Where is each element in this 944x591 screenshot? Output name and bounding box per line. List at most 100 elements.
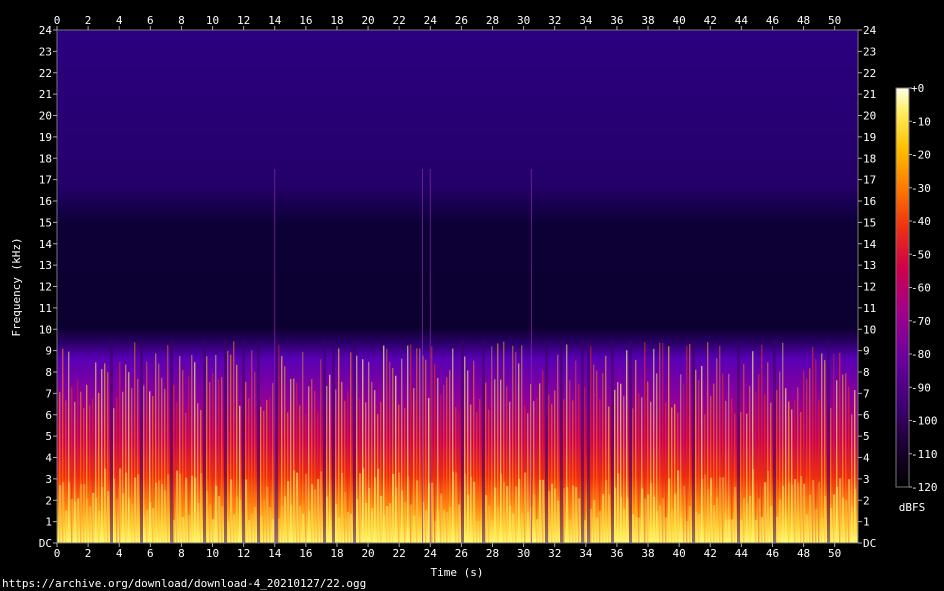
x-tick-label: 24 [424, 547, 438, 560]
energy-streak-low [836, 486, 839, 543]
energy-streak-low [806, 514, 809, 543]
energy-streak-low [752, 469, 755, 543]
energy-streak-low [521, 512, 524, 543]
energy-streak-low [65, 510, 68, 543]
energy-streak-low [575, 487, 578, 543]
energy-gap [692, 339, 695, 543]
energy-streak-low [443, 509, 446, 543]
x-tick-label: 36 [610, 547, 623, 560]
energy-streak-low [488, 505, 491, 543]
x-tick-label: 6 [147, 547, 154, 560]
energy-streak-low [695, 511, 698, 543]
energy-streak-low [386, 506, 389, 543]
energy-streak-low [818, 481, 821, 543]
x-tick-label: 50 [828, 547, 841, 560]
energy-gap [461, 339, 464, 543]
energy-streak-low [842, 497, 845, 543]
energy-streak-low [158, 480, 161, 543]
energy-streak-low [329, 520, 332, 543]
energy-streak-low [305, 473, 308, 543]
energy-streak-low [734, 486, 737, 543]
y-tick-label: 23 [39, 45, 52, 58]
energy-streak-low [491, 520, 494, 543]
y-tick-label: 16 [39, 195, 52, 208]
energy-streak-low [665, 517, 668, 543]
energy-streak [728, 373, 730, 543]
y-tick-label: 9 [45, 345, 52, 358]
colorbar-tick-label: -60 [911, 282, 931, 295]
x-tick-label: 30 [517, 547, 530, 560]
colorbar-tick-label: -120 [911, 481, 938, 494]
y-tick-label: DC [39, 537, 52, 550]
energy-streak-low [497, 506, 500, 543]
energy-streak-low [272, 519, 275, 543]
energy-streak-low [119, 468, 122, 543]
energy-streak-low [383, 515, 386, 543]
x-tick-label-top: 22 [393, 14, 406, 27]
x-tick-label: 48 [797, 547, 810, 560]
energy-streak-low [503, 481, 506, 543]
energy-streak-low [302, 513, 305, 543]
x-tick-label-top: 20 [361, 14, 374, 27]
energy-streak-low [362, 468, 365, 543]
energy-streak-low [845, 499, 848, 543]
y-tick-label-right: 23 [863, 45, 876, 58]
energy-streak-low [311, 484, 314, 543]
energy-streak-low [473, 481, 476, 543]
y-tick-label: 21 [39, 88, 52, 101]
energy-streak-low [101, 486, 104, 543]
x-tick-label-top: 10 [206, 14, 219, 27]
energy-streak [512, 345, 514, 543]
x-tick-label-top: 16 [299, 14, 312, 27]
energy-streak-low [761, 517, 764, 543]
energy-streak-low [200, 473, 203, 543]
x-tick-label: 16 [299, 547, 312, 560]
source-url: https://archive.org/download/download-4_… [2, 577, 367, 590]
energy-streak-low [368, 487, 371, 543]
energy-streak [491, 346, 493, 543]
energy-streak-low [407, 476, 410, 543]
energy-streak-low [260, 516, 263, 543]
energy-streak-low [458, 504, 461, 543]
energy-streak-low [413, 515, 416, 543]
energy-streak-low [527, 512, 530, 543]
x-tick-label-top: 42 [704, 14, 717, 27]
energy-streak-low [557, 500, 560, 543]
y-tick-label: 7 [45, 387, 52, 400]
energy-streak-low [782, 485, 785, 543]
energy-streak-low [62, 482, 65, 543]
energy-streak-low [500, 473, 503, 543]
y-tick-label-right: 10 [863, 323, 876, 336]
energy-streak-low [356, 499, 359, 543]
x-tick-label-top: 18 [330, 14, 343, 27]
energy-streak-low [440, 493, 443, 543]
energy-streak [212, 373, 214, 543]
energy-streak-low [296, 472, 299, 543]
x-tick-label: 14 [268, 547, 282, 560]
energy-gap [224, 339, 227, 543]
energy-streak-low [698, 513, 701, 543]
x-tick-label: 46 [766, 547, 779, 560]
energy-gap [482, 339, 485, 543]
energy-streak-low [548, 491, 551, 543]
energy-streak-low [197, 503, 200, 543]
energy-streak-low [746, 502, 749, 543]
energy-streak-low [686, 521, 689, 543]
energy-gap [611, 339, 614, 543]
x-axis-top: 0 2 4 6 8 10 12 14 16 18 20 22 24 26 28 30 32 34 36 38 40 42 4… [54, 14, 841, 30]
energy-streak-low [236, 496, 239, 543]
energy-streak-low [104, 468, 107, 543]
y-tick-label: 18 [39, 152, 52, 165]
energy-streak-low [128, 497, 131, 543]
energy-streak-low [596, 517, 599, 543]
energy-streak-low [125, 472, 128, 543]
energy-gap [242, 339, 245, 543]
energy-streak-low [509, 505, 512, 543]
energy-streak-low [182, 517, 185, 543]
energy-streak-low [542, 479, 545, 543]
energy-streak-low [245, 479, 248, 543]
x-tick-label-top: 8 [178, 14, 185, 27]
energy-streak-low [431, 482, 434, 543]
energy-streak-low [704, 474, 707, 543]
energy-streak-low [281, 505, 284, 543]
